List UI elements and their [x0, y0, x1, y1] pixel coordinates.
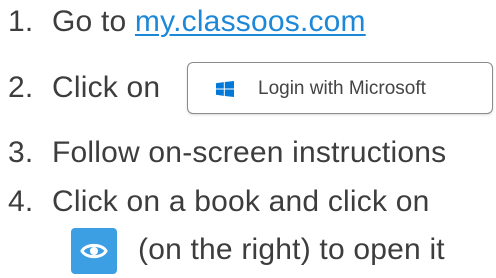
login-with-microsoft-button[interactable]: Login with Microsoft	[187, 62, 493, 114]
step-4-continuation: (on the right) to open it	[138, 233, 445, 266]
classoos-link[interactable]: my.classoos.com	[135, 5, 366, 38]
step-number: 2.	[8, 71, 34, 104]
login-with-microsoft-label: Login with Microsoft	[258, 78, 426, 99]
step-text: Follow on-screen instructions	[52, 136, 447, 169]
step-number: 1.	[8, 5, 34, 38]
step-text: Click on	[52, 71, 161, 104]
step-number: 3.	[8, 136, 34, 169]
step-4: 4. Click on a book and click on	[8, 184, 429, 220]
step-1: 1. Go to my.classoos.com	[8, 4, 366, 40]
step-number: 4.	[8, 185, 34, 218]
step-2: 2. Click on	[8, 70, 160, 106]
eye-icon	[80, 243, 108, 259]
step-text: Click on a book and click on	[52, 185, 430, 218]
windows-logo-icon	[216, 81, 234, 97]
view-book-button[interactable]	[71, 228, 117, 274]
step-3: 3. Follow on-screen instructions	[8, 135, 446, 171]
step-text: Go to	[52, 5, 135, 38]
